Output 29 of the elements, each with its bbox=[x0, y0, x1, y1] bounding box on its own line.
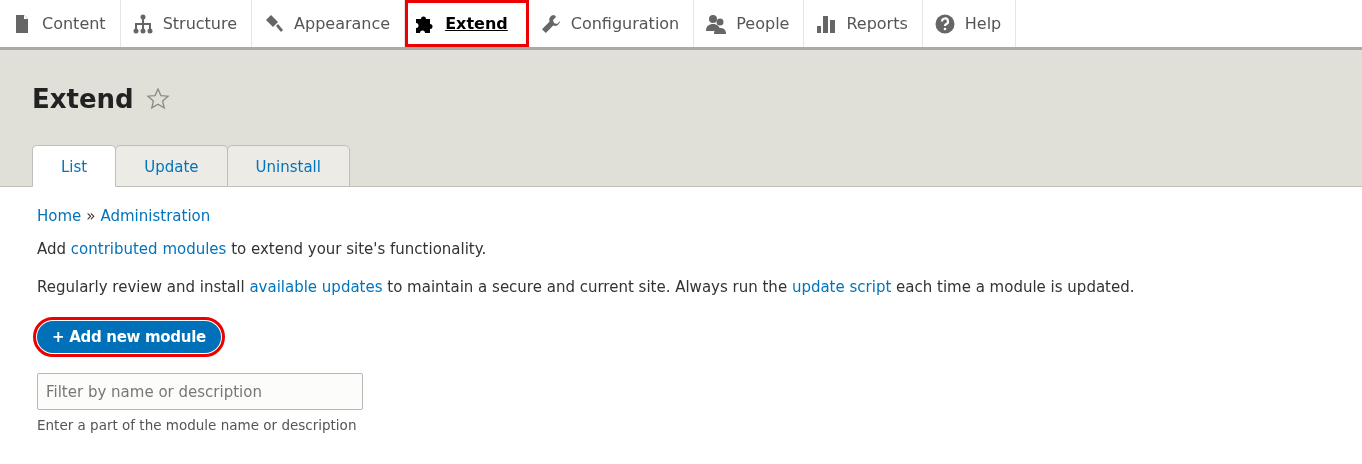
wrench-icon bbox=[540, 13, 561, 34]
paintbrush-icon bbox=[264, 13, 285, 34]
help-icon bbox=[934, 13, 955, 34]
toolbar-item[interactable]: Structure bbox=[120, 0, 253, 47]
description-text: Add contributed modules to extend your site's functionality. bbox=[37, 239, 488, 259]
tab[interactable]: Update bbox=[115, 145, 228, 187]
description-text: Regularly review and install available updates to maintain a secure and current site. Always run the update script each time a module is updated. bbox=[37, 277, 1136, 297]
toolbar-item[interactable]: Reports bbox=[804, 0, 923, 47]
star-icon[interactable] bbox=[145, 87, 170, 111]
toolbar-item[interactable]: Extend bbox=[405, 0, 529, 47]
breadcrumb-link[interactable]: Administration bbox=[100, 207, 211, 225]
breadcrumb-link[interactable]: Home bbox=[37, 207, 82, 225]
text-link[interactable]: available updates bbox=[249, 278, 383, 296]
breadcrumb-separator: » bbox=[86, 207, 96, 225]
bar-chart-icon bbox=[816, 13, 837, 34]
text-link[interactable]: update script bbox=[791, 278, 892, 296]
hierarchy-icon bbox=[132, 13, 153, 34]
people-icon bbox=[706, 13, 727, 34]
tab[interactable]: List bbox=[32, 145, 117, 187]
toolbar-item[interactable]: Help bbox=[922, 0, 1017, 47]
filter-field[interactable]: Filter by name or description bbox=[37, 373, 363, 410]
toolbar-item[interactable]: Configuration bbox=[528, 0, 695, 47]
toolbar-item[interactable]: People bbox=[694, 0, 805, 47]
page-title: Extend bbox=[32, 84, 134, 114]
field-description: Enter a part of the module name or description bbox=[37, 417, 358, 433]
text-link[interactable]: contributed modules bbox=[70, 240, 227, 258]
tab[interactable]: Uninstall bbox=[226, 145, 350, 187]
toolbar-item[interactable]: Appearance bbox=[252, 0, 406, 47]
toolbar-item[interactable]: Content bbox=[0, 0, 121, 47]
